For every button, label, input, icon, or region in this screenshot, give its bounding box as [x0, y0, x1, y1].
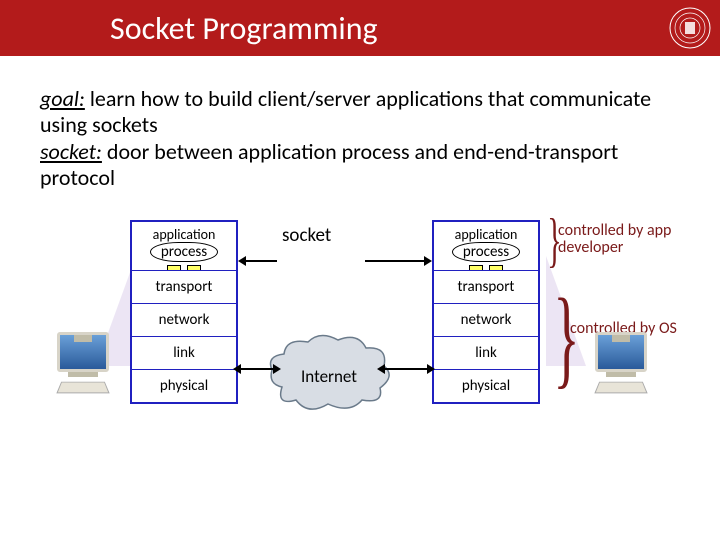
title-bar: Socket Programming [0, 0, 720, 56]
socket-def-label: socket: [40, 138, 102, 165]
computer-icon [586, 332, 656, 412]
network-layer: network [132, 303, 236, 336]
transport-layer: transport [132, 270, 236, 303]
physical-layer: physical [434, 369, 538, 402]
physical-layer: physical [132, 369, 236, 402]
goal-text: learn how to build client/server applica… [40, 85, 651, 138]
application-layer: application process [434, 222, 538, 270]
application-label: application [434, 226, 538, 243]
process-oval: process [150, 242, 218, 262]
goal-label: goal: [40, 85, 85, 112]
arrow-icon [245, 260, 277, 262]
application-label: application [132, 226, 236, 243]
arrow-icon [384, 368, 428, 370]
socket-def-text: door between application process and end… [40, 138, 618, 191]
arrow-icon [365, 260, 425, 262]
internet-cloud-icon: Internet [264, 332, 394, 412]
annotation-app-developer: controlled by app developer [558, 222, 720, 257]
link-layer: link [132, 336, 236, 369]
socket-diagram: application process transport network li… [0, 212, 720, 492]
socket-center-label: socket [282, 224, 331, 247]
application-layer: application process [132, 222, 236, 270]
transport-layer: transport [434, 270, 538, 303]
process-oval: process [452, 242, 520, 262]
cornell-seal-icon [668, 6, 712, 50]
arrow-icon [240, 368, 274, 370]
slide-title: Socket Programming [110, 9, 378, 48]
link-layer: link [434, 336, 538, 369]
network-layer: network [434, 303, 538, 336]
computer-icon [48, 332, 118, 412]
protocol-stack-right: application process transport network li… [432, 220, 540, 404]
goal-paragraph: goal: learn how to build client/server a… [0, 56, 720, 192]
internet-label: Internet [264, 366, 394, 387]
protocol-stack-left: application process transport network li… [130, 220, 238, 404]
